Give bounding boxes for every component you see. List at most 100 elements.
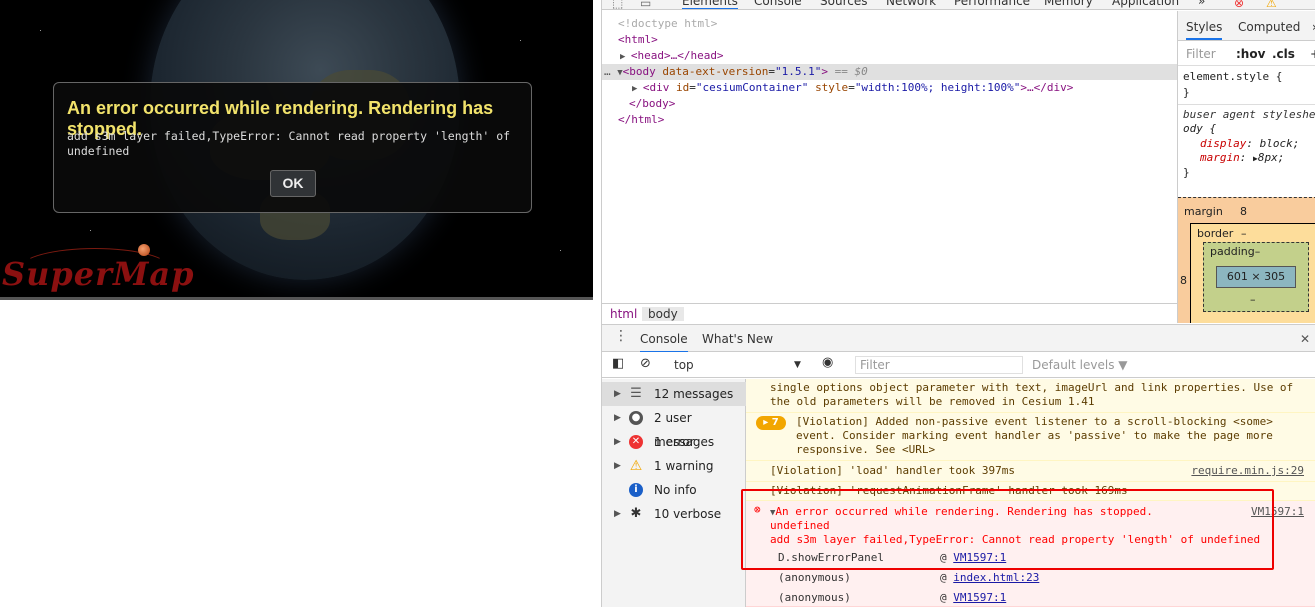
sidebar-item-user-messages[interactable]: ▶ ● 2 user messages	[602, 406, 746, 449]
repeat-count-badge: ▸ 7	[756, 416, 786, 430]
expand-arrow-icon[interactable]: ▶	[614, 454, 621, 478]
warning-icon: ⚠	[629, 458, 643, 474]
devtools-tabbar: ⬚ ▭ Elements Console Sources Network Per…	[602, 0, 1315, 10]
stack-frame-fn: (anonymous)	[778, 571, 851, 584]
warning-count-icon[interactable]: ⚠	[1266, 0, 1277, 9]
sidebar-item-warnings[interactable]: ▶ ⚠ 1 warning	[602, 454, 746, 478]
display-val: block;	[1259, 137, 1300, 150]
clear-console-icon[interactable]: ⊘	[640, 356, 651, 371]
stack-frame-fn: (anonymous)	[778, 591, 851, 604]
list-icon: ☰	[630, 386, 642, 401]
star	[560, 250, 561, 251]
sidebar-item-info[interactable]: i No info	[602, 478, 746, 502]
head-node[interactable]: <head>…</head>	[631, 49, 724, 62]
error-count-icon[interactable]: ⊗	[1234, 0, 1244, 9]
bug-icon: ✱	[630, 506, 642, 521]
sidebar-item-errors[interactable]: ▶ ✕ 1 error	[602, 430, 746, 454]
body-close-node[interactable]: </body>	[629, 97, 675, 110]
html-node[interactable]: <html>	[618, 33, 658, 46]
drawer-menu-icon[interactable]: ⋮	[614, 328, 628, 344]
expand-arrow-icon[interactable]: ▶	[614, 406, 621, 430]
sidebar-toggle-icon[interactable]: ◧	[612, 356, 624, 371]
margin-prop: margin	[1200, 151, 1240, 164]
bm-border-box: border – padding– 601 × 305 –	[1190, 223, 1315, 323]
tab-elements[interactable]: Elements	[682, 0, 738, 9]
html-close-node[interactable]: </html>	[618, 113, 664, 126]
bm-padding-label: padding–	[1210, 245, 1261, 258]
stack-frame-link[interactable]: index.html:23	[953, 571, 1039, 584]
device-toolbar-icon[interactable]: ▭	[640, 0, 651, 9]
bm-margin-label: margin	[1184, 205, 1223, 218]
expand-arrow-icon[interactable]: ▶	[614, 382, 621, 406]
bm-padding-bottom[interactable]: –	[1250, 293, 1256, 306]
console-violation-group[interactable]: ▸ 7 [Violation] Added non-passive event …	[746, 413, 1315, 461]
breadcrumb-html[interactable]: html	[604, 307, 643, 321]
close-drawer-icon[interactable]: ✕	[1300, 332, 1310, 346]
display-prop: display	[1200, 137, 1247, 150]
elements-panel: <!doctype html> <html> ▶ <head>…</head> …	[602, 11, 1177, 303]
error-icon: ✕	[629, 435, 643, 449]
margin-val: 8px;	[1257, 151, 1285, 164]
expand-arrow-icon[interactable]: ▶	[614, 502, 621, 526]
bm-margin-left-value[interactable]: 8	[1180, 274, 1187, 287]
error-panel-message: add s3m layer failed,TypeError: Cannot r…	[67, 129, 511, 158]
element-style-rule[interactable]: element.style {	[1183, 70, 1282, 83]
drawer-tab-console[interactable]: Console	[640, 332, 688, 353]
styles-tabbar: Styles Computed »	[1178, 11, 1315, 41]
drawer-tabbar: ⋮ Console What's New ✕	[602, 324, 1315, 353]
log-levels-dropdown[interactable]: Default levels ▼	[1032, 358, 1128, 372]
tab-console[interactable]: Console	[754, 0, 802, 8]
tab-performance[interactable]: Performance	[954, 0, 1030, 8]
doctype-node[interactable]: <!doctype html>	[618, 17, 717, 30]
bm-border-label: border	[1197, 227, 1234, 240]
cls-button[interactable]: .cls	[1272, 47, 1295, 61]
context-dropdown-icon[interactable]: ▼	[794, 360, 801, 370]
user-icon: ●	[629, 411, 643, 425]
hov-button[interactable]: :hov	[1236, 47, 1265, 61]
bm-content-box[interactable]: 601 × 305	[1216, 266, 1296, 288]
cesium-viewer[interactable]: SuperMap An error occurred while renderi…	[0, 0, 593, 297]
context-selector[interactable]: top	[674, 358, 694, 372]
breadcrumb-body[interactable]: body	[642, 307, 684, 321]
error-panel: An error occurred while rendering. Rende…	[53, 82, 532, 213]
expand-arrow-icon[interactable]: ▶	[620, 52, 631, 62]
tab-sources[interactable]: Sources	[820, 0, 867, 8]
star	[90, 230, 91, 231]
bm-border-value[interactable]: –	[1241, 227, 1247, 240]
bm-margin-value[interactable]: 8	[1240, 205, 1247, 218]
sidebar-item-verbose[interactable]: ▶ ✱ 10 verbose	[602, 502, 746, 526]
rule-close-brace: }	[1183, 86, 1190, 99]
styles-filter-bar: Filter :hov .cls +	[1178, 42, 1315, 66]
drawer-tab-whats-new[interactable]: What's New	[702, 332, 773, 346]
tab-computed[interactable]: Computed	[1238, 20, 1300, 34]
styles-filter-input[interactable]: Filter	[1186, 47, 1216, 61]
ua-stylesheet-label: user agent styleshe	[1189, 108, 1315, 121]
more-tabs-button[interactable]: »	[1198, 0, 1205, 8]
rule-close-brace: }	[1183, 166, 1190, 179]
source-link[interactable]: require.min.js:29	[1191, 464, 1304, 478]
body-node-row[interactable]: … ▼<body data-ext-version="1.5.1"> == $0	[602, 64, 1177, 80]
stack-frame-link[interactable]: VM1597:1	[953, 591, 1006, 604]
inspect-icon[interactable]: ⬚	[612, 0, 623, 9]
tab-styles[interactable]: Styles	[1186, 20, 1223, 40]
console-filter-input[interactable]: Filter	[855, 356, 1023, 374]
styles-pane: Styles Computed » Filter :hov .cls + ele…	[1177, 11, 1315, 323]
tab-memory[interactable]: Memory	[1044, 0, 1093, 8]
console-sidebar: ▶ ☰ 12 messages ▶ ● 2 user messages ▶ ✕ …	[602, 379, 746, 607]
live-expression-icon[interactable]: ◉	[822, 355, 833, 370]
supermap-logo: SuperMap	[2, 255, 195, 293]
bm-padding-box: padding– 601 × 305 –	[1203, 242, 1309, 312]
error-highlight-annotation	[741, 489, 1274, 570]
info-icon: i	[629, 483, 643, 497]
expand-arrow-icon[interactable]: ▶	[614, 430, 621, 454]
tab-application[interactable]: Application	[1112, 0, 1179, 8]
breadcrumb: html body	[602, 303, 1177, 324]
star	[520, 40, 521, 41]
ok-button[interactable]: OK	[270, 170, 316, 197]
expand-arrow-icon[interactable]: ▶	[632, 84, 643, 94]
box-model-diagram: margin 8 8 border – padding– 601 × 305 –	[1178, 197, 1315, 323]
add-rule-icon[interactable]: +	[1310, 47, 1315, 61]
sidebar-item-messages[interactable]: ▶ ☰ 12 messages	[602, 382, 746, 406]
tab-network[interactable]: Network	[886, 0, 936, 8]
console-toolbar: ◧ ⊘ top ▼ ◉ Filter Default levels ▼	[602, 352, 1315, 378]
